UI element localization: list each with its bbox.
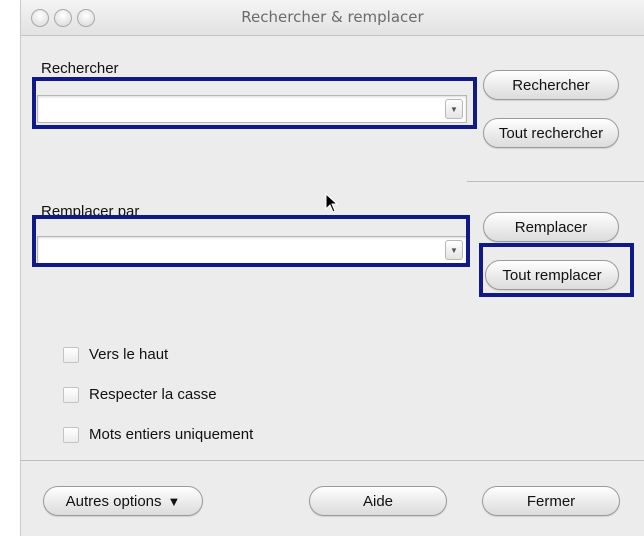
find-button[interactable]: Rechercher (483, 70, 619, 100)
match-case-label: Respecter la casse (89, 386, 217, 403)
search-label: Rechercher (41, 60, 119, 77)
whole-words-checkbox[interactable] (63, 426, 79, 443)
replace-all-button[interactable]: Tout remplacer (485, 260, 619, 290)
chevron-down-icon: ▼ (450, 104, 458, 114)
replace-dropdown-button[interactable]: ▼ (445, 240, 463, 260)
chevron-down-icon: ▼ (450, 245, 458, 255)
more-options-button[interactable]: Autres options ▼ (43, 486, 203, 516)
replace-combo[interactable]: ▼ (37, 236, 467, 264)
search-combo[interactable]: ▼ (37, 95, 467, 123)
replace-label: Remplacer par (41, 203, 140, 220)
more-options-label: Autres options (65, 492, 162, 510)
section-divider (467, 181, 644, 182)
find-all-button[interactable]: Tout rechercher (483, 118, 619, 148)
double-chevron-down-icon: ▼ (167, 493, 181, 509)
search-dropdown-button[interactable]: ▼ (445, 99, 463, 119)
option-backwards[interactable]: Vers le haut (63, 346, 168, 363)
replace-input[interactable] (42, 239, 440, 263)
match-case-checkbox[interactable] (63, 386, 79, 403)
backwards-checkbox[interactable] (63, 346, 79, 363)
whole-words-label: Mots entiers uniquement (89, 426, 254, 443)
help-button[interactable]: Aide (309, 486, 447, 516)
footer-divider (21, 460, 644, 461)
replace-button[interactable]: Remplacer (483, 212, 619, 242)
option-whole-words[interactable]: Mots entiers uniquement (63, 426, 253, 443)
option-match-case[interactable]: Respecter la casse (63, 386, 217, 403)
title-bar: Rechercher & remplacer (21, 0, 644, 36)
search-input[interactable] (42, 98, 440, 122)
window-title: Rechercher & remplacer (241, 8, 424, 26)
find-replace-dialog: Rechercher & remplacer Rechercher ▼ Rech… (20, 0, 644, 536)
backwards-label: Vers le haut (89, 346, 169, 363)
close-button[interactable]: Fermer (482, 486, 620, 516)
